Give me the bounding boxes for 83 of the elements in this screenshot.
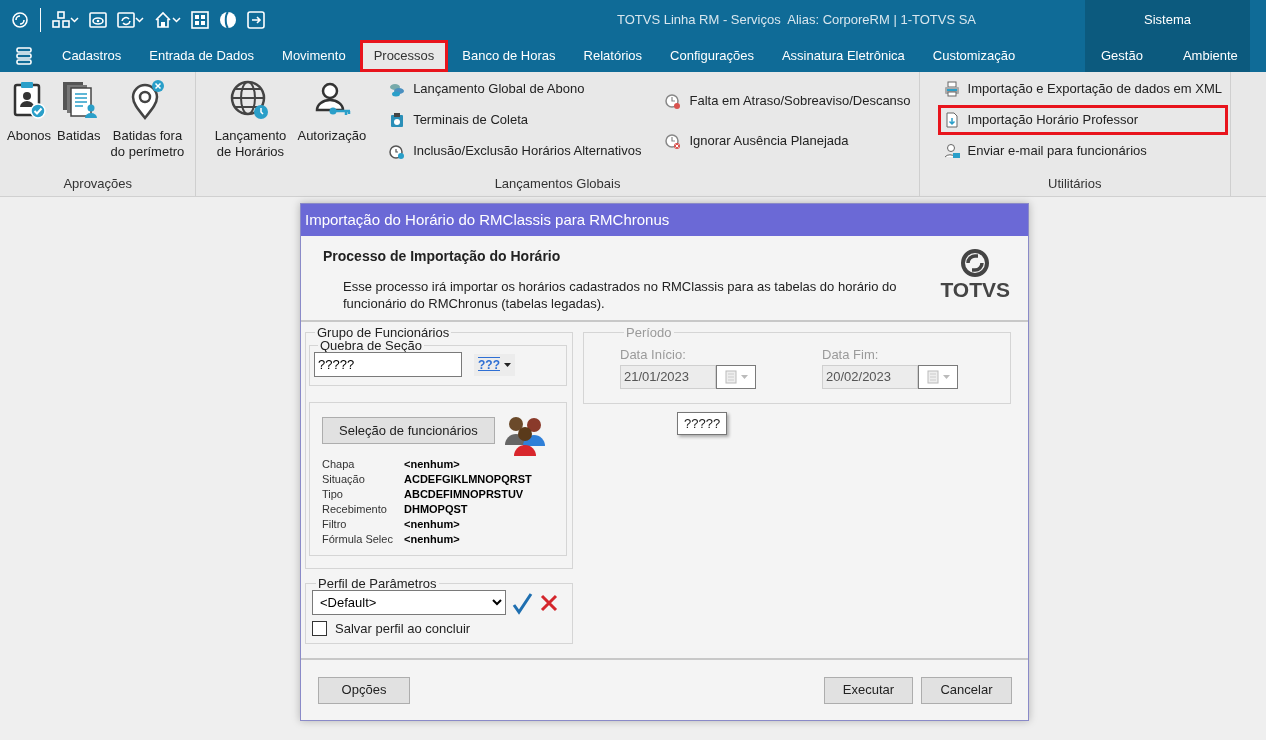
- ribbon-item[interactable]: Importação Horário Professor: [939, 107, 1226, 133]
- home-icon[interactable]: [154, 11, 172, 29]
- ribbon-button[interactable]: Abonos: [4, 76, 55, 149]
- field-label: Filtro: [322, 517, 348, 532]
- eye-window-icon[interactable]: [89, 11, 107, 29]
- field-value: <nenhum>: [404, 457, 460, 472]
- group-label: Perfil de Parâmetros: [317, 577, 438, 590]
- menu-tab[interactable]: Entrada de Dados: [135, 40, 269, 72]
- logo-text: TOTVS: [940, 278, 1010, 302]
- ribbon-item[interactable]: Terminais de Coleta: [385, 107, 646, 133]
- lookup-button[interactable]: ???: [474, 353, 515, 376]
- logo-icon[interactable]: [11, 11, 29, 29]
- menu-tab[interactable]: Customização: [918, 40, 1030, 72]
- logo-icon: [960, 248, 991, 278]
- field-label: Tipo: [322, 487, 344, 502]
- field-value: DHMOPQST: [404, 502, 468, 517]
- cancel-button[interactable]: Cancelar: [921, 676, 1012, 704]
- ribbon-button[interactable]: Lançamento de Horários: [206, 76, 295, 165]
- person-mail-icon: [943, 143, 960, 159]
- field-label: Recebimento: [322, 502, 388, 517]
- field-label: Situação: [322, 472, 366, 487]
- ribbon-button[interactable]: Batidas: [54, 76, 104, 149]
- ribbon-item[interactable]: Falta em Atraso/Sobreaviso/Descanso: [661, 88, 915, 114]
- group-label: Quebra de Seção: [320, 339, 423, 352]
- ribbon-item[interactable]: Importação e Exportação de dados em XML: [939, 76, 1226, 102]
- clock-alert-icon: [665, 93, 682, 109]
- ribbon-item[interactable]: Ignorar Ausência Planejada: [661, 128, 915, 154]
- caret-icon[interactable]: [504, 362, 511, 367]
- ribbon-item[interactable]: Inclusão/Exclusão Horários Alternativos: [385, 138, 646, 164]
- menu-tab[interactable]: Relatórios: [569, 40, 657, 72]
- options-button[interactable]: Opções: [318, 676, 410, 704]
- field-label: Chapa: [322, 457, 356, 472]
- execute-button[interactable]: Executar: [824, 676, 913, 704]
- terminal-icon: [389, 112, 406, 128]
- group-label: Utilitários: [1047, 175, 1103, 193]
- dialog-title: Importação do Horário do RMClassis para RMChronus: [301, 204, 1028, 236]
- field-value: ABCDEFIMNOPRSTUV: [404, 487, 524, 502]
- file-download-icon: [943, 112, 960, 128]
- window-title: TOTVS Linha RM - Serviços Alias: CorporeRM | 1-TOTVS SA: [615, 11, 978, 30]
- menu-tab[interactable]: Configurações: [656, 40, 768, 72]
- menu-tab[interactable]: Gestão: [1085, 40, 1143, 72]
- menu-tab[interactable]: Ambiente: [1142, 40, 1238, 72]
- tooltip: ?????: [677, 411, 728, 435]
- ribbon-item[interactable]: Enviar e-mail para funcionários: [939, 138, 1226, 164]
- menu-tab[interactable]: Assinatura Eletrônica: [767, 40, 919, 72]
- ribbon-button[interactable]: Batidas fora do perímetro: [103, 76, 192, 165]
- dialog-heading: Processo de Importação do Horário: [323, 247, 562, 266]
- text-field[interactable]: ?????: [314, 352, 462, 377]
- field-label: Data Fim:: [822, 346, 880, 364]
- context-label: Sistema: [1144, 11, 1191, 30]
- exit-icon[interactable]: [247, 11, 265, 29]
- globe-icon[interactable]: [219, 11, 237, 29]
- group-label: Grupo de Funcionários: [316, 326, 451, 339]
- refresh-window-icon[interactable]: [117, 11, 135, 29]
- selection-button[interactable]: Seleção de funcionários: [322, 417, 495, 444]
- dialog-description: Esse processo irá importar os horários cadastrados no RMClassis para as tabelas do horário do funcionário do RMChronus (tabelas legadas).: [343, 279, 898, 313]
- group-label: Aprovações: [62, 175, 134, 193]
- field-value: ACDEFGIKLMNOPQRST: [404, 472, 532, 487]
- checkbox-label: Salvar perfil ao concluir: [335, 620, 471, 638]
- menu-tab[interactable]: Movimento: [268, 40, 360, 72]
- stopwatch-icon: [389, 143, 406, 159]
- field-value: <nenhum>: [404, 517, 460, 532]
- hierarchy-icon[interactable]: [52, 11, 70, 29]
- menu-tab[interactable]: Cadastros: [48, 40, 136, 72]
- field-value: <nenhum>: [404, 532, 460, 547]
- clock-cancel-icon: [665, 133, 682, 149]
- menu-icon[interactable]: [16, 47, 32, 65]
- field-label: Fórmula Selec: [322, 532, 394, 547]
- globe-clock-icon: [230, 80, 271, 120]
- grid-icon[interactable]: [191, 11, 209, 29]
- profile-dropdown[interactable]: <Default>: [312, 590, 506, 615]
- caret-icon[interactable]: [135, 17, 144, 23]
- menu-tab[interactable]: Processos: [359, 40, 449, 72]
- field-label: Data Início:: [620, 346, 687, 364]
- printer-icon: [943, 81, 960, 97]
- caret-icon[interactable]: [172, 17, 181, 23]
- group-label: Período: [625, 326, 673, 339]
- group-label: Lançamentos Globais: [493, 175, 622, 193]
- ribbon-button[interactable]: Autorização: [294, 76, 370, 149]
- checkbox[interactable]: [312, 621, 327, 637]
- ribbon-item[interactable]: Lançamento Global de Abono: [385, 76, 646, 102]
- caret-icon[interactable]: [70, 17, 79, 23]
- menu-tab[interactable]: Banco de Horas: [448, 40, 570, 72]
